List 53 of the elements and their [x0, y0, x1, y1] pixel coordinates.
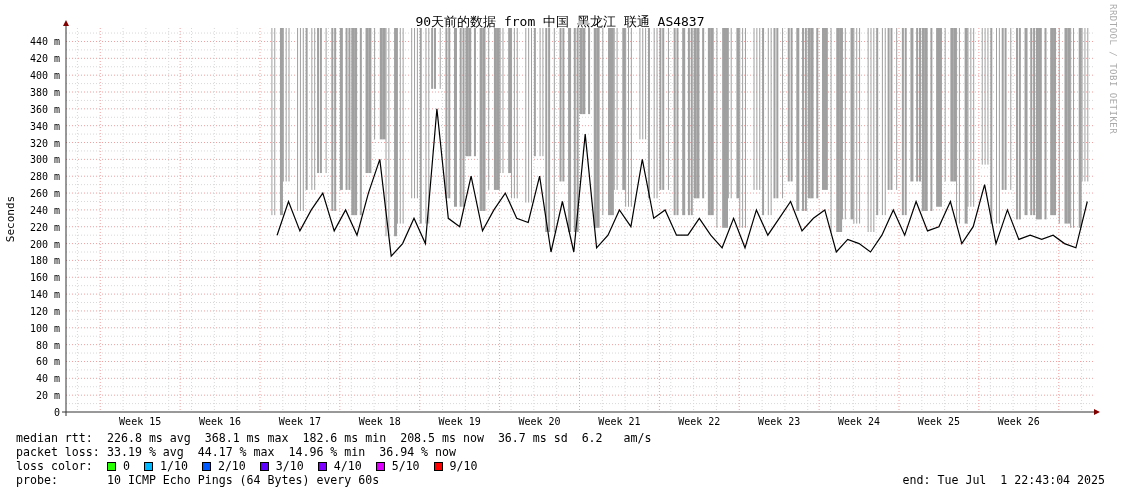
legend-label: packet loss: [16, 445, 101, 459]
y-tick-label: 160 m [29, 272, 60, 284]
loss-color-label: 3/10 [275, 459, 304, 473]
x-tick-label: Week 24 [838, 416, 881, 427]
loss-color-label: 9/10 [449, 459, 478, 473]
y-tick-label: 260 m [29, 188, 60, 200]
x-tick-label: Week 26 [997, 416, 1040, 427]
x-tick-label: Week 21 [598, 416, 641, 427]
x-tick-label: Week 23 [758, 416, 801, 427]
y-tick-label: 440 m [29, 36, 60, 48]
y-tick-label: 320 m [29, 137, 60, 149]
x-tick-label: Week 25 [917, 416, 961, 427]
x-tick-label: Week 17 [278, 416, 321, 427]
y-tick-label: 140 m [29, 289, 60, 301]
y-tick-label: 0 [53, 407, 60, 418]
y-tick-label: 400 m [29, 70, 60, 82]
y-tick-label: 380 m [29, 87, 60, 98]
legend-label: loss color: [16, 459, 94, 473]
y-tick-label: 180 m [29, 255, 60, 267]
legend-values: 10 ICMP Echo Pings (64 Bytes) every 60s [107, 473, 380, 487]
legend-values: 33.19 % avg 44.17 % max 14.96 % min 36.94 % now [107, 445, 456, 459]
y-tick-label: 60 m [35, 356, 60, 368]
legend-values: 226.8 ms avg 368.1 ms max 182.6 ms min 208.5 ms now 36.7 ms sd 6.2 am/s [107, 431, 652, 445]
loss-color-label: 5/10 [391, 459, 420, 473]
legend-label: probe: [16, 473, 59, 487]
y-tick-label: 220 m [29, 221, 60, 233]
y-tick-label: 240 m [29, 204, 60, 216]
y-axis-label: Seconds [4, 195, 17, 243]
loss-color-label: 4/10 [333, 459, 362, 473]
loss-color-label: 1/10 [160, 459, 188, 473]
x-tick-label: Week 16 [198, 416, 242, 427]
rrdtool-credit: RRDTOOL / TOBI OETIKER [1108, 4, 1118, 135]
x-tick-label: Week 20 [518, 416, 561, 427]
y-tick-label: 300 m [29, 154, 60, 166]
y-tick-label: 20 m [35, 390, 60, 402]
x-tick-label: Week 18 [358, 416, 401, 427]
legend-label: median rtt: [16, 431, 94, 445]
y-tick-label: 420 m [29, 53, 60, 65]
y-tick-label: 360 m [29, 103, 60, 115]
loss-color-label: 2/10 [217, 459, 246, 473]
y-tick-label: 340 m [29, 120, 60, 132]
y-tick-label: 100 m [29, 322, 60, 334]
loss-color-label: 0 [123, 459, 130, 473]
y-tick-label: 120 m [29, 305, 60, 317]
y-tick-label: 200 m [29, 238, 60, 250]
x-tick-label: Week 15 [119, 416, 162, 427]
x-tick-label: Week 19 [438, 416, 481, 427]
end-time: end: Tue Jul 1 22:43:04 2025 [902, 473, 1105, 487]
y-tick-label: 40 m [35, 373, 60, 385]
y-tick-label: 280 m [29, 171, 60, 183]
chart-title: 90天前的数据 from 中国 黑龙江 联通 AS4837 [415, 14, 705, 29]
y-tick-label: 80 m [35, 339, 60, 351]
x-tick-label: Week 22 [678, 416, 721, 427]
